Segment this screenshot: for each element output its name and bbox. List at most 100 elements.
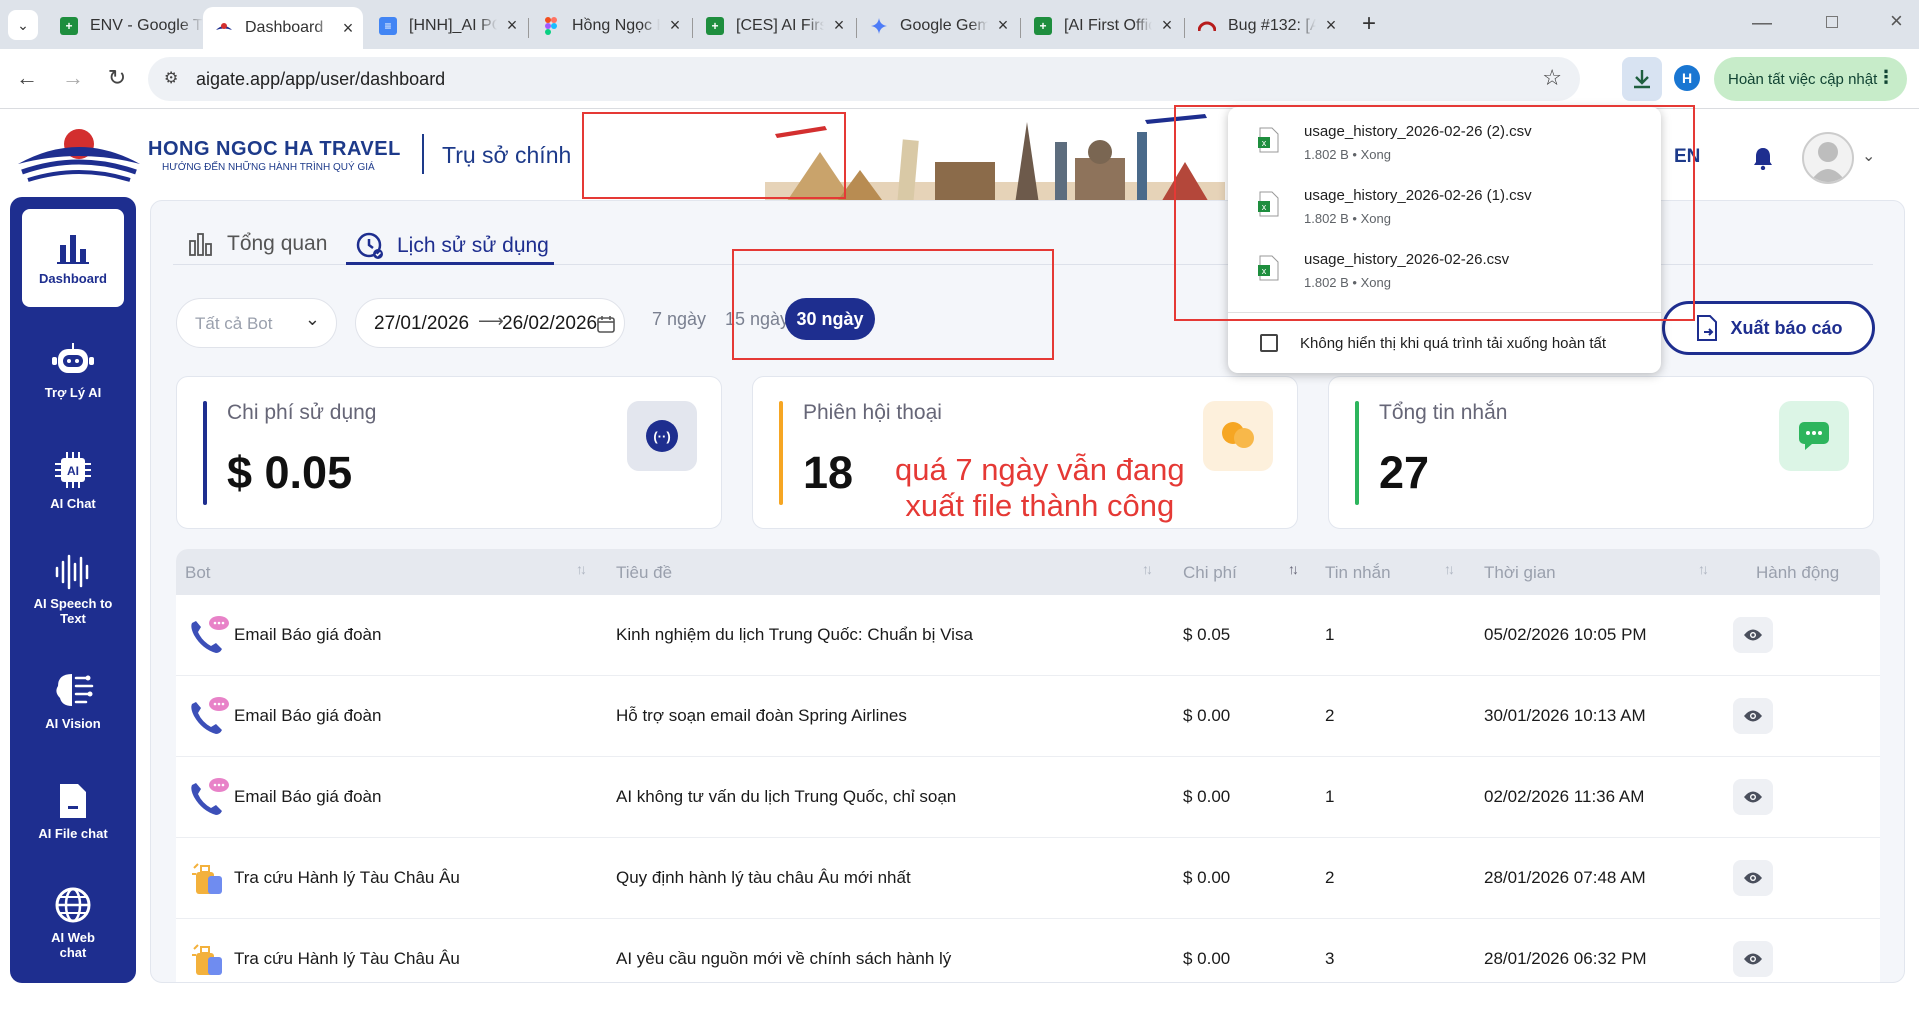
sheets-icon: + bbox=[1034, 16, 1052, 35]
browser-tab[interactable]: ≡ [HNH]_AI PORTA × bbox=[367, 8, 527, 43]
view-eye-icon[interactable] bbox=[1733, 941, 1773, 977]
back-icon[interactable]: ← bbox=[12, 63, 42, 93]
brain-icon bbox=[56, 673, 94, 706]
browser-tab[interactable]: + ENV - Google Tra bbox=[48, 8, 203, 43]
export-file-icon bbox=[1697, 315, 1718, 341]
hide-when-done-checkbox[interactable] bbox=[1260, 334, 1278, 352]
sidebar-item-ai-file-chat[interactable]: AI File chat bbox=[10, 759, 136, 863]
bot-filter-dropdown[interactable]: Tất cả Bot ⌄ bbox=[176, 298, 337, 348]
browser-tab[interactable]: Hồng Ngọc Hà T × bbox=[530, 8, 690, 43]
bookmark-star-icon[interactable]: ☆ bbox=[1542, 65, 1562, 91]
sidebar-item-ai-chat[interactable]: AI AI Chat bbox=[10, 428, 136, 532]
close-tab-icon[interactable]: × bbox=[988, 15, 1018, 36]
table-row[interactable]: Tra cứu Hành lý Tàu Châu Âu AI yêu cầu n… bbox=[176, 919, 1880, 982]
bar-chart-icon bbox=[57, 234, 89, 264]
site-settings-icon[interactable]: ⚙ bbox=[164, 68, 178, 88]
chevron-down-icon: ⌄ bbox=[304, 309, 320, 329]
more-menu-icon[interactable]: ⋮ bbox=[1877, 67, 1895, 88]
col-header-title[interactable]: Tiêu đề bbox=[616, 563, 672, 583]
sidebar-item-ai-speech[interactable]: AI Speech to Text bbox=[10, 535, 136, 645]
file-icon bbox=[60, 783, 86, 818]
sort-icon[interactable]: ↑↓ bbox=[1698, 561, 1709, 577]
bar-chart-outline-icon bbox=[189, 233, 212, 256]
view-eye-icon[interactable] bbox=[1733, 698, 1773, 734]
close-window-icon[interactable]: × bbox=[1890, 8, 1903, 34]
view-eye-icon[interactable] bbox=[1733, 779, 1773, 815]
active-tab-indicator bbox=[346, 262, 554, 265]
view-eye-icon[interactable] bbox=[1733, 617, 1773, 653]
reload-icon[interactable]: ↻ bbox=[102, 63, 132, 93]
browser-tab[interactable]: Bug #132: [Admi × bbox=[1186, 8, 1346, 43]
view-eye-icon[interactable] bbox=[1733, 860, 1773, 896]
stat-accent-bar bbox=[1355, 401, 1359, 505]
minimize-icon[interactable]: — bbox=[1752, 12, 1772, 35]
download-icon[interactable] bbox=[1622, 57, 1662, 101]
url-bar[interactable]: ⚙ aigate.app/app/user/dashboard ☆ bbox=[148, 57, 1580, 101]
restore-icon[interactable] bbox=[1826, 16, 1838, 28]
tab-separator bbox=[1020, 18, 1021, 38]
luggage-icon bbox=[192, 944, 222, 975]
brand-divider bbox=[422, 134, 424, 174]
browser-tab[interactable]: + [CES] AI First Off × bbox=[694, 8, 854, 43]
update-chrome-button[interactable]: Hoàn tất việc cập nhật ⋮ bbox=[1714, 57, 1907, 101]
table-row[interactable]: Email Báo giá đoàn AI không tư vấn du lị… bbox=[176, 757, 1880, 838]
tab-search-button[interactable]: ⌄ bbox=[8, 10, 38, 40]
col-header-cost[interactable]: Chi phí bbox=[1183, 563, 1237, 583]
close-tab-icon[interactable]: × bbox=[333, 18, 363, 39]
browser-tab-active[interactable]: Dashboard × bbox=[203, 7, 363, 49]
close-tab-icon[interactable]: × bbox=[1152, 15, 1182, 36]
user-menu-chevron-icon[interactable]: ⌄ bbox=[1862, 146, 1875, 166]
col-header-messages[interactable]: Tin nhắn bbox=[1325, 563, 1391, 583]
usage-history-table: Bot ↑↓ Tiêu đề ↑↓ Chi phí ↑↓ Tin nhắn ↑↓… bbox=[176, 549, 1880, 982]
sort-icon-active[interactable]: ↑↓ bbox=[1288, 561, 1299, 577]
sidebar-item-dashboard[interactable]: Dashboard bbox=[22, 209, 124, 307]
forward-icon[interactable]: → bbox=[58, 63, 88, 93]
stat-card-messages: Tổng tin nhắn 27 bbox=[1328, 376, 1874, 529]
tab-separator bbox=[856, 18, 857, 38]
sheets-icon: + bbox=[706, 16, 724, 35]
close-tab-icon[interactable]: × bbox=[824, 15, 854, 36]
tab-separator bbox=[528, 18, 529, 38]
new-tab-button[interactable]: + bbox=[1354, 10, 1384, 40]
tab-overview[interactable]: Tổng quan bbox=[187, 231, 327, 257]
table-row[interactable]: Tra cứu Hành lý Tàu Châu Âu Quy định hàn… bbox=[176, 838, 1880, 919]
table-row[interactable]: Email Báo giá đoàn Hỗ trợ soạn email đoà… bbox=[176, 676, 1880, 757]
profile-avatar[interactable]: H bbox=[1674, 65, 1700, 91]
col-header-time[interactable]: Thời gian bbox=[1484, 563, 1556, 583]
browser-tab[interactable]: Google Gemini × bbox=[858, 8, 1018, 43]
sort-icon[interactable]: ↑↓ bbox=[1142, 561, 1153, 577]
downloads-annotation-box bbox=[1174, 105, 1695, 321]
bell-icon[interactable] bbox=[1752, 146, 1774, 175]
sheets-icon: + bbox=[60, 16, 78, 35]
redmine-icon bbox=[1198, 17, 1216, 35]
col-header-bot[interactable]: Bot bbox=[185, 563, 211, 583]
close-tab-icon[interactable]: × bbox=[497, 15, 527, 36]
message-icon bbox=[1779, 401, 1849, 471]
tab-usage-history[interactable]: Lịch sử sử dụng bbox=[355, 231, 549, 261]
date-from[interactable]: 27/01/2026 bbox=[374, 313, 469, 335]
sort-icon[interactable]: ↑↓ bbox=[576, 561, 587, 577]
sidebar-item-ai-vision[interactable]: AI Vision bbox=[10, 648, 136, 752]
close-tab-icon[interactable]: × bbox=[1316, 15, 1346, 36]
arrow-right-icon: ⟶ bbox=[478, 311, 504, 331]
table-row[interactable]: Email Báo giá đoàn Kinh nghiệm du lịch T… bbox=[176, 595, 1880, 676]
stat-accent-bar bbox=[779, 401, 783, 505]
sort-icon[interactable]: ↑↓ bbox=[1444, 561, 1455, 577]
coin-icon: (··) bbox=[627, 401, 697, 471]
date-to[interactable]: 26/02/2026 bbox=[502, 313, 597, 335]
globe-icon bbox=[55, 887, 91, 923]
range-annotation-box bbox=[732, 249, 1054, 360]
date-range-picker[interactable]: 27/01/2026 ⟶ 26/02/2026 bbox=[355, 298, 625, 348]
browser-tab[interactable]: + [AI First Office] T × bbox=[1022, 8, 1182, 43]
sidebar-item-ai-assistant[interactable]: Trợ Lý AI bbox=[10, 318, 136, 422]
range-chip-7[interactable]: 7 ngày bbox=[647, 298, 711, 340]
tab-separator bbox=[692, 18, 693, 38]
phone-chat-icon bbox=[191, 616, 229, 653]
close-tab-icon[interactable]: × bbox=[660, 15, 690, 36]
user-avatar[interactable] bbox=[1802, 132, 1854, 184]
sidebar-item-ai-web-chat[interactable]: AI Web chat bbox=[10, 867, 136, 979]
chat-bubbles-icon bbox=[1203, 401, 1273, 471]
calendar-icon[interactable] bbox=[596, 314, 616, 334]
downloads-footer: Không hiển thị khi quá trình tải xuống h… bbox=[1228, 312, 1661, 373]
company-logo bbox=[18, 129, 140, 182]
